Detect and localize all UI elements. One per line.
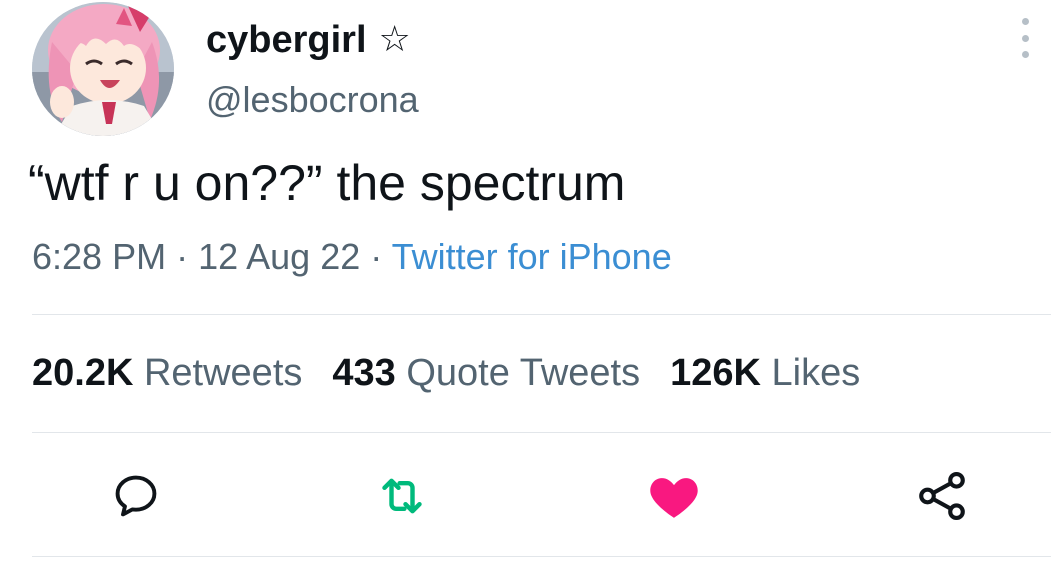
likes-stat[interactable]: 126K Likes <box>670 352 860 394</box>
quote-tweets-label: Quote Tweets <box>406 352 641 394</box>
more-dot-icon <box>1021 51 1029 58</box>
retweet-icon <box>382 478 422 514</box>
divider <box>32 432 1051 433</box>
likes-label: Likes <box>771 352 861 394</box>
retweets-label: Retweets <box>143 352 303 394</box>
heart-icon <box>650 478 698 518</box>
more-dot-icon <box>1021 18 1029 25</box>
quote-tweets-stat[interactable]: 433 Quote Tweets <box>332 352 640 394</box>
tweet-date[interactable]: 12 Aug 22 <box>198 236 360 277</box>
divider <box>32 556 1051 557</box>
display-name[interactable]: cybergirl ☆ <box>206 14 411 66</box>
retweets-stat[interactable]: 20.2K Retweets <box>32 352 302 394</box>
divider <box>32 314 1051 315</box>
reply-icon <box>115 475 157 517</box>
meta-separator: · <box>166 236 199 277</box>
quote-tweets-count: 433 <box>332 352 396 394</box>
more-dot-icon <box>1021 34 1029 42</box>
tweet-time[interactable]: 6:28 PM <box>32 236 166 277</box>
avatar[interactable] <box>32 2 174 136</box>
share-icon <box>919 471 965 521</box>
tweet-detail: cybergirl ☆ @lesbocrona “wtf r u on??” t… <box>0 0 1051 564</box>
tweet-source-link[interactable]: Twitter for iPhone <box>392 236 672 277</box>
user-handle[interactable]: @lesbocrona <box>206 76 419 124</box>
more-options-button[interactable] <box>1010 18 1040 58</box>
tweet-stats: 20.2K Retweets 433 Quote Tweets 126K Likes <box>32 347 890 399</box>
share-button[interactable] <box>912 466 972 526</box>
likes-count: 126K <box>670 352 761 394</box>
star-glyph: ☆ <box>378 19 411 60</box>
tweet-text: “wtf r u on??” the spectrum <box>28 155 626 211</box>
meta-separator: · <box>360 236 392 277</box>
display-name-text: cybergirl <box>206 19 367 61</box>
retweet-button[interactable] <box>372 466 432 526</box>
reply-button[interactable] <box>106 466 166 526</box>
tweet-meta: 6:28 PM · 12 Aug 22 · Twitter for iPhone <box>32 232 672 282</box>
retweets-count: 20.2K <box>32 352 134 394</box>
like-button[interactable] <box>644 466 704 526</box>
anime-girl-avatar-image <box>32 2 174 136</box>
